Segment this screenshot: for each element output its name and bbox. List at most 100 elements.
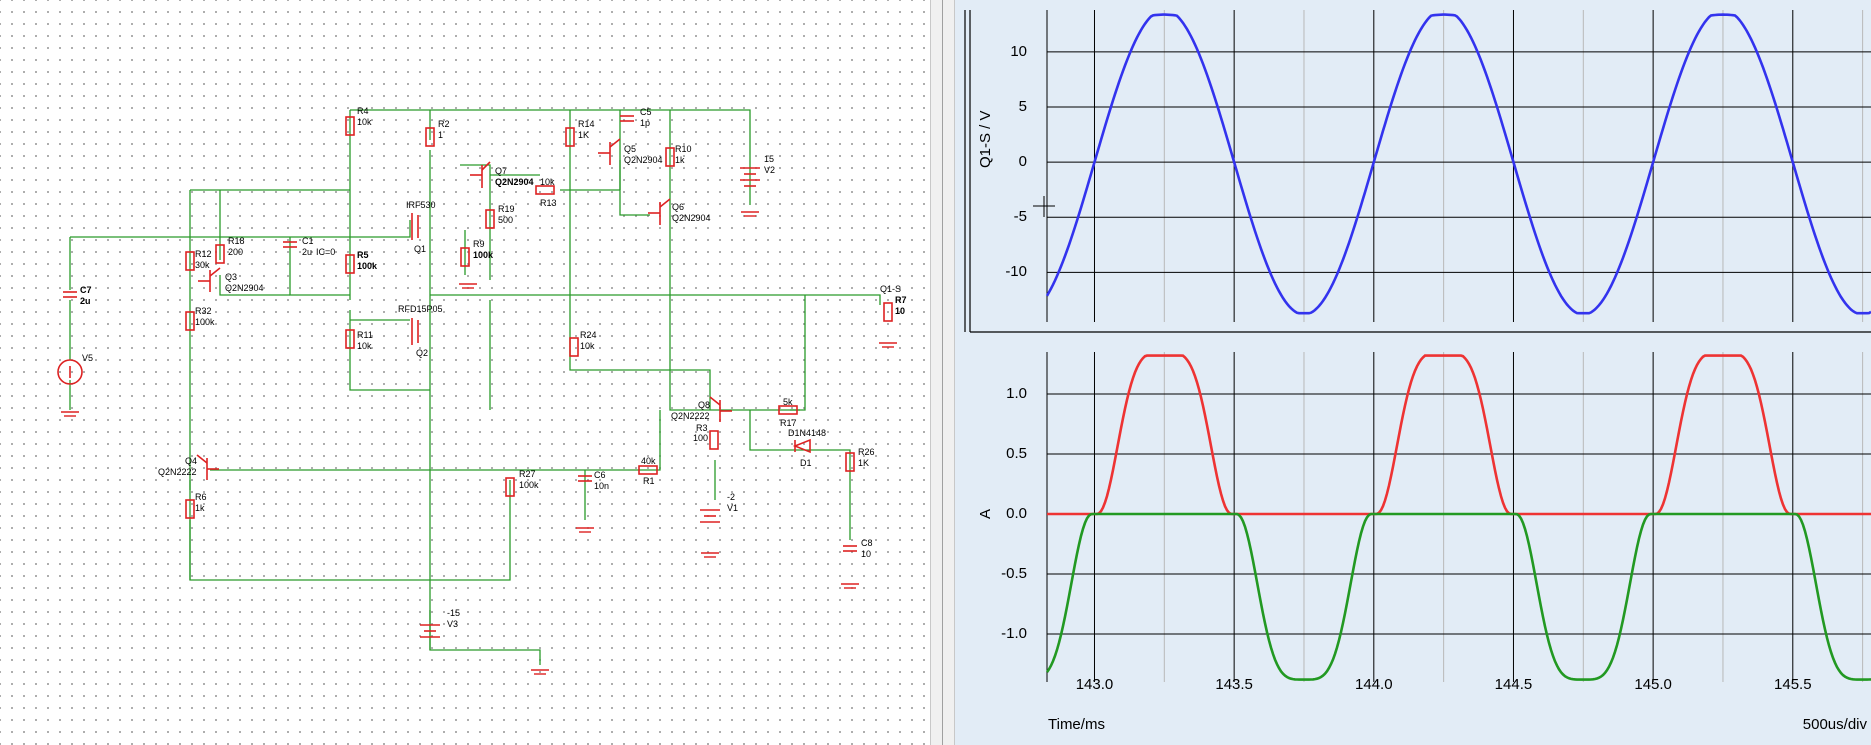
- label-q5-model: Q2N2904: [624, 155, 663, 165]
- label-c1: C1: [302, 236, 314, 246]
- wires: [69, 109, 881, 665]
- label-r26-value: 1K: [858, 458, 869, 468]
- transistor-q3[interactable]: [198, 267, 221, 292]
- source-v1[interactable]: [700, 509, 720, 523]
- mosfet-q1[interactable]: [411, 213, 419, 240]
- crosshair-cursor[interactable]: [1033, 196, 1055, 217]
- label-v1-value: -2: [727, 492, 735, 502]
- panel-splitter[interactable]: [930, 0, 955, 745]
- label-q1: Q1: [414, 244, 426, 254]
- label-r2: R2: [438, 119, 450, 129]
- ytick-label: -5: [1013, 208, 1027, 226]
- label-v3: V3: [447, 619, 458, 629]
- schematic-canvas[interactable]: R4 10k R2 1 R14 1K C5 1p R10 1k 15 V2 Q7…: [0, 0, 930, 745]
- label-r7: R7: [895, 295, 907, 305]
- current-positive-trace[interactable]: [1047, 354, 1871, 516]
- xtick-label: 144.0: [1355, 676, 1393, 693]
- capacitor-c7[interactable]: [63, 291, 77, 298]
- ytick-label: 1.0: [1006, 385, 1027, 402]
- xtick-label: 145.5: [1774, 676, 1812, 693]
- label-r13: R13: [540, 198, 557, 208]
- ytick-label: -0.5: [1001, 565, 1027, 582]
- resistor-r3[interactable]: [709, 430, 719, 450]
- resistor-r24[interactable]: [569, 337, 579, 357]
- label-r11-value: 10k: [357, 341, 372, 351]
- label-q4: Q4: [185, 456, 197, 466]
- label-q3: Q3: [225, 272, 237, 282]
- xtick-label: 145.0: [1634, 676, 1672, 693]
- bottom-plot-grid: [1046, 352, 1871, 682]
- label-r17-value: 5k: [783, 397, 793, 407]
- components: [57, 115, 893, 638]
- label-r26: R26: [858, 447, 875, 457]
- label-q5: Q5: [624, 144, 636, 154]
- transistor-q6[interactable]: [648, 198, 671, 225]
- label-c1-ic: IC=0: [316, 247, 335, 257]
- label-q7-model: Q2N2904: [495, 177, 534, 187]
- ytick-label: 5: [1018, 98, 1027, 116]
- transistor-q5[interactable]: [598, 138, 621, 165]
- transistor-q4[interactable]: [196, 454, 219, 480]
- resistor-r13[interactable]: [535, 185, 555, 195]
- label-probe: Q1-S: [880, 284, 901, 294]
- ytick-label: 10: [1010, 42, 1027, 60]
- label-c6-value: 10n: [594, 481, 609, 491]
- label-c8-value: 10: [861, 549, 871, 559]
- label-q6-model: Q2N2904: [672, 213, 711, 223]
- label-v2-value: 15: [764, 154, 774, 164]
- xtick-label: 143.5: [1215, 676, 1253, 693]
- xtick-label: 144.5: [1494, 676, 1533, 693]
- top-plot-grid: [1046, 10, 1871, 322]
- label-c7: C7: [80, 285, 92, 295]
- label-r19: R19: [498, 204, 515, 214]
- label-r3-value: 100: [693, 433, 708, 443]
- resistor-r7[interactable]: [883, 302, 893, 322]
- label-q8-model: Q2N2222: [671, 411, 710, 421]
- label-r27-value: 100k: [519, 480, 539, 490]
- ytick-label: 0.0: [1006, 505, 1027, 522]
- label-r5: R5: [357, 250, 369, 260]
- label-q7: Q7: [495, 166, 507, 176]
- label-q6: Q6: [672, 202, 684, 212]
- label-q4-model: Q2N2222: [158, 467, 197, 477]
- label-r9-value: 100k: [473, 250, 494, 260]
- label-v2: V2: [764, 165, 775, 175]
- plot-borders: [964, 10, 1871, 333]
- label-r5-value: 100k: [357, 261, 378, 271]
- ytick-label: -10: [1005, 263, 1027, 281]
- label-c5: C5: [640, 107, 652, 117]
- label-r4-value: 10k: [357, 117, 372, 127]
- label-r6: R6: [195, 492, 207, 502]
- label-r32-value: 100k: [195, 317, 215, 327]
- label-r27: R27: [519, 469, 536, 479]
- label-v3-value: -15: [447, 608, 460, 618]
- voltage-trace[interactable]: [1045, 13, 1871, 315]
- ytick-label: 0.5: [1006, 445, 1027, 462]
- label-c7-value: 2u: [80, 296, 91, 306]
- label-q8: Q8: [698, 400, 710, 410]
- capacitor-c8[interactable]: [843, 545, 857, 552]
- label-r4: R4: [357, 106, 369, 116]
- label-r1-value: 40k: [641, 456, 656, 466]
- oscilloscope-panel[interactable]: Q1-S / V A 10 5 0 -5 -10 1.0 0.5 0.0 -0.5 -1.0 1…: [955, 0, 1871, 745]
- transistor-q7[interactable]: [470, 161, 491, 188]
- label-r11: R11: [357, 330, 373, 340]
- capacitor-c5[interactable]: [620, 115, 634, 122]
- label-r6-value: 1k: [195, 503, 205, 513]
- mosfet-q2[interactable]: [411, 318, 419, 345]
- splitter-grip[interactable]: [942, 0, 943, 745]
- ytick-label: -1.0: [1001, 625, 1027, 642]
- label-q2: Q2: [416, 348, 428, 358]
- xtick-label: 143.0: [1075, 676, 1114, 693]
- label-q1-model: IRF530: [406, 200, 436, 210]
- label-c8: C8: [861, 538, 873, 548]
- waveform-plots[interactable]: [955, 0, 1871, 745]
- schematic-drawing[interactable]: R4 10k R2 1 R14 1K C5 1p R10 1k 15 V2 Q7…: [0, 0, 930, 745]
- label-r12-value: 30k: [195, 260, 210, 270]
- label-c5-value: 1p: [640, 118, 650, 128]
- label-r14: R14: [578, 119, 595, 129]
- label-r18-value: 200: [228, 247, 243, 257]
- label-r18: R18: [228, 236, 245, 246]
- label-c6: C6: [594, 470, 606, 480]
- current-negative-trace[interactable]: [1045, 512, 1871, 681]
